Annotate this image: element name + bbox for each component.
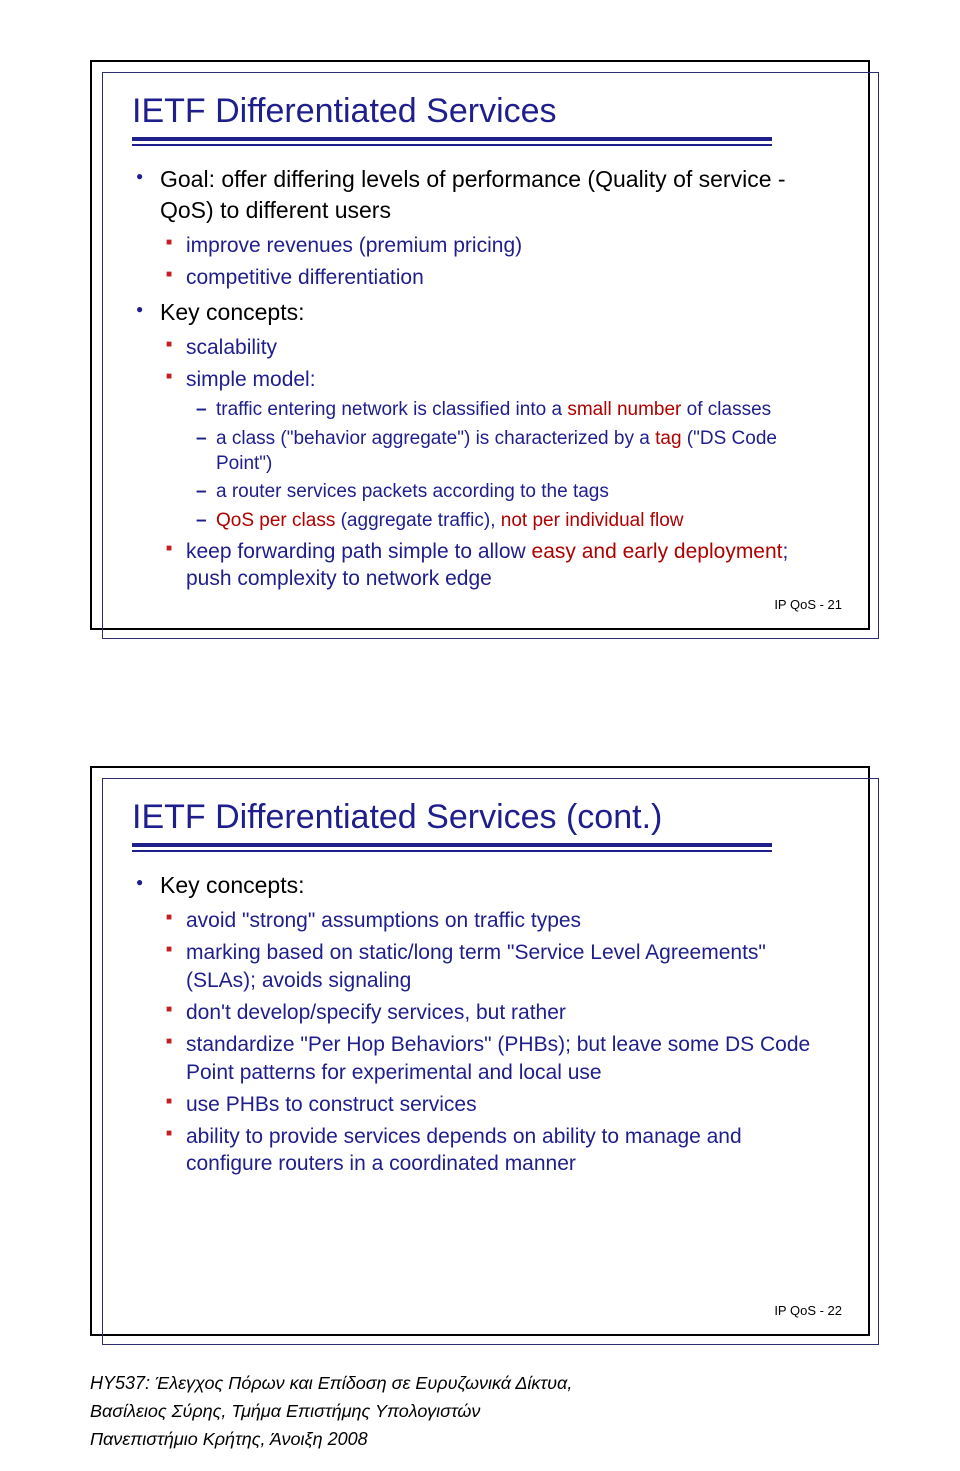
bullet-l2: scalability — [132, 334, 828, 361]
text-span: (aggregate traffic), — [335, 510, 500, 531]
bullet-l2: don't develop/specify services, but rath… — [132, 999, 828, 1026]
bullet-l2: standardize "Per Hop Behaviors" (PHBs); … — [132, 1031, 828, 1086]
footer-line: HY537: Έλεγχος Πόρων και Επίδοση σε Ευρυ… — [90, 1370, 572, 1398]
bullet-l2: marking based on static/long term "Servi… — [132, 939, 828, 994]
footer-line: Βασίλειος Σύρης, Τμήμα Επιστήμης Υπολογι… — [90, 1398, 572, 1426]
text-span: traffic entering network is classified i… — [216, 399, 567, 420]
bullet-l1: Key concepts: — [132, 297, 828, 328]
footer-line: Πανεπιστήμιο Κρήτης, Άνοιξη 2008 — [90, 1426, 572, 1454]
bullet-l3: QoS per class (aggregate traffic), not p… — [132, 509, 828, 534]
highlight-red: easy and early deployment — [532, 540, 783, 563]
page-number: IP QoS - 21 — [774, 597, 842, 612]
bullet-l3: traffic entering network is classified i… — [132, 398, 828, 423]
bullet-l2: ability to provide services depends on a… — [132, 1123, 828, 1178]
slide-1: IETF Differentiated Services Goal: offer… — [90, 60, 870, 630]
bullet-l2: simple model: — [132, 366, 828, 393]
text-span: of classes — [681, 399, 771, 420]
highlight-red: not per individual flow — [501, 510, 684, 531]
page-number: IP QoS - 22 — [774, 1303, 842, 1318]
bullet-l2: keep forwarding path simple to allow eas… — [132, 538, 828, 593]
bullet-l3: a router services packets according to t… — [132, 480, 828, 505]
bullet-l2: improve revenues (premium pricing) — [132, 232, 828, 259]
highlight-red: small number — [567, 399, 681, 420]
highlight-red: tag — [655, 428, 681, 449]
bullet-l1: Goal: offer differing levels of performa… — [132, 164, 828, 226]
text-span: a class ("behavior aggregate") is charac… — [216, 428, 655, 449]
bullet-l2: avoid "strong" assumptions on traffic ty… — [132, 907, 828, 934]
bullet-list: Key concepts: avoid "strong" assumptions… — [132, 870, 828, 1178]
bullet-l3: a class ("behavior aggregate") is charac… — [132, 427, 828, 476]
slide-2: IETF Differentiated Services (cont.) Key… — [90, 766, 870, 1336]
bullet-l2: use PHBs to construct services — [132, 1091, 828, 1118]
text-span: keep forwarding path simple to allow — [186, 540, 532, 563]
page-footer: HY537: Έλεγχος Πόρων και Επίδοση σε Ευρυ… — [90, 1370, 572, 1454]
bullet-l2: competitive differentiation — [132, 264, 828, 291]
bullet-l1: Key concepts: — [132, 870, 828, 901]
highlight-red: QoS per class — [216, 510, 335, 531]
